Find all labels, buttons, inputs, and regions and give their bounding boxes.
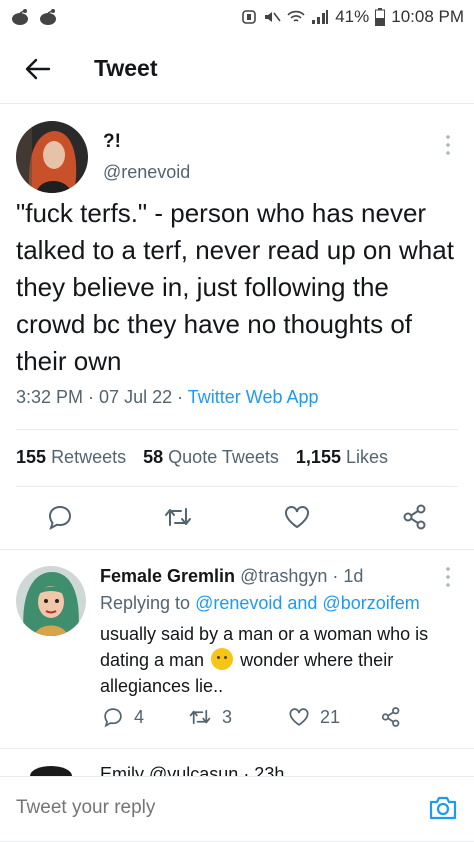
retweet-icon xyxy=(189,709,211,725)
reply-author-handle[interactable]: @trashgyn xyxy=(240,566,327,586)
retweets-stat[interactable]: 155 Retweets xyxy=(16,447,126,467)
reply-count: 4 xyxy=(134,706,145,727)
divider xyxy=(16,429,458,430)
like-count: 21 xyxy=(320,706,341,727)
battery-percent: 41% xyxy=(335,7,370,26)
share-icon xyxy=(403,504,426,530)
tweet-actions xyxy=(0,502,474,538)
share-icon xyxy=(381,707,400,727)
more-vertical-icon xyxy=(446,135,450,155)
clock: 10:08 PM xyxy=(391,7,464,26)
tweet-text: "fuck terfs." - person who has never tal… xyxy=(16,198,454,376)
divider xyxy=(16,486,458,487)
next-reply-peek[interactable]: Emily @vulcasun · 23h xyxy=(0,760,474,776)
replying-prefix: Replying to xyxy=(100,593,191,613)
tweet-time: 3:32 PM xyxy=(16,387,84,407)
divider xyxy=(0,748,474,749)
reply-button[interactable] xyxy=(45,502,75,532)
reddit-icon xyxy=(40,9,56,25)
reply-share-button[interactable] xyxy=(380,706,402,728)
avatar[interactable] xyxy=(16,121,88,193)
author-row: ?! @renevoid xyxy=(0,104,474,196)
reply-like-button[interactable]: 21 xyxy=(288,706,340,728)
page-title: Tweet xyxy=(94,55,158,81)
reply-author-name[interactable]: Female Gremlin xyxy=(100,566,235,586)
retweet-count: 3 xyxy=(222,706,233,727)
tweet-date: 07 Jul 22 xyxy=(99,387,173,407)
more-options-button[interactable] xyxy=(444,566,452,588)
tweet-source-link[interactable]: Twitter Web App xyxy=(188,387,319,407)
next-reply-header: Emily @vulcasun · 23h xyxy=(100,764,285,776)
engagement-stats: 155 Retweets 58 Quote Tweets 1,155 Likes xyxy=(16,447,388,468)
divider xyxy=(0,549,474,550)
main-tweet: ?! @renevoid "fuck terfs." - person who … xyxy=(0,104,474,550)
reply-icon xyxy=(104,708,122,728)
tweet-timestamp: 3:32 PM · 07 Jul 22 · Twitter Web App xyxy=(16,387,319,407)
top-bar: Tweet xyxy=(0,34,474,104)
avatar[interactable] xyxy=(16,566,86,636)
more-vertical-icon xyxy=(446,567,450,587)
quote-tweets-stat[interactable]: 58 Quote Tweets xyxy=(143,447,279,467)
reply-input[interactable] xyxy=(16,797,396,819)
share-button[interactable] xyxy=(400,502,430,532)
separator: · xyxy=(332,566,339,586)
more-options-button[interactable] xyxy=(444,134,452,156)
author-handle[interactable]: @renevoid xyxy=(103,162,190,183)
mute-icon xyxy=(265,12,281,22)
reply-text: usually said by a man or a woman who is … xyxy=(100,624,429,696)
reddit-icon xyxy=(12,9,28,25)
heart-icon xyxy=(285,506,309,529)
battery-icon xyxy=(375,8,386,26)
likes-stat[interactable]: 1,155 Likes xyxy=(296,447,388,467)
reply-icon xyxy=(48,505,72,531)
reply-header: Female Gremlin @trashgyn · 1d xyxy=(100,566,363,587)
system-indicators: 41% 10:08 PM xyxy=(241,7,464,27)
heart-icon xyxy=(289,708,309,726)
alarm-icon xyxy=(242,10,257,24)
retweet-button[interactable] xyxy=(163,502,193,532)
reply-compose-bar xyxy=(0,776,474,842)
reply-age: 1d xyxy=(343,566,364,586)
back-button[interactable] xyxy=(18,49,58,89)
signal-icon xyxy=(312,10,329,24)
reply-retweet-button[interactable]: 3 xyxy=(188,706,232,728)
retweet-icon xyxy=(165,508,191,526)
status-bar: 41% 10:08 PM xyxy=(0,0,474,34)
replying-to-links[interactable]: @renevoid and @borzoifem xyxy=(195,593,420,613)
avatar[interactable] xyxy=(30,766,72,776)
reply-reply-button[interactable]: 4 xyxy=(102,706,144,728)
camera-icon xyxy=(429,796,457,820)
author-name[interactable]: ?! xyxy=(103,131,121,153)
camera-button[interactable] xyxy=(428,793,458,823)
notification-icons xyxy=(10,8,58,26)
speechless-emoji-icon xyxy=(211,648,234,670)
reply-actions: 4 3 21 xyxy=(0,706,474,736)
back-arrow-icon xyxy=(25,58,51,79)
like-button[interactable] xyxy=(282,502,312,532)
wifi-icon xyxy=(287,10,305,22)
replying-to: Replying to @renevoid and @borzoifem xyxy=(100,593,420,614)
